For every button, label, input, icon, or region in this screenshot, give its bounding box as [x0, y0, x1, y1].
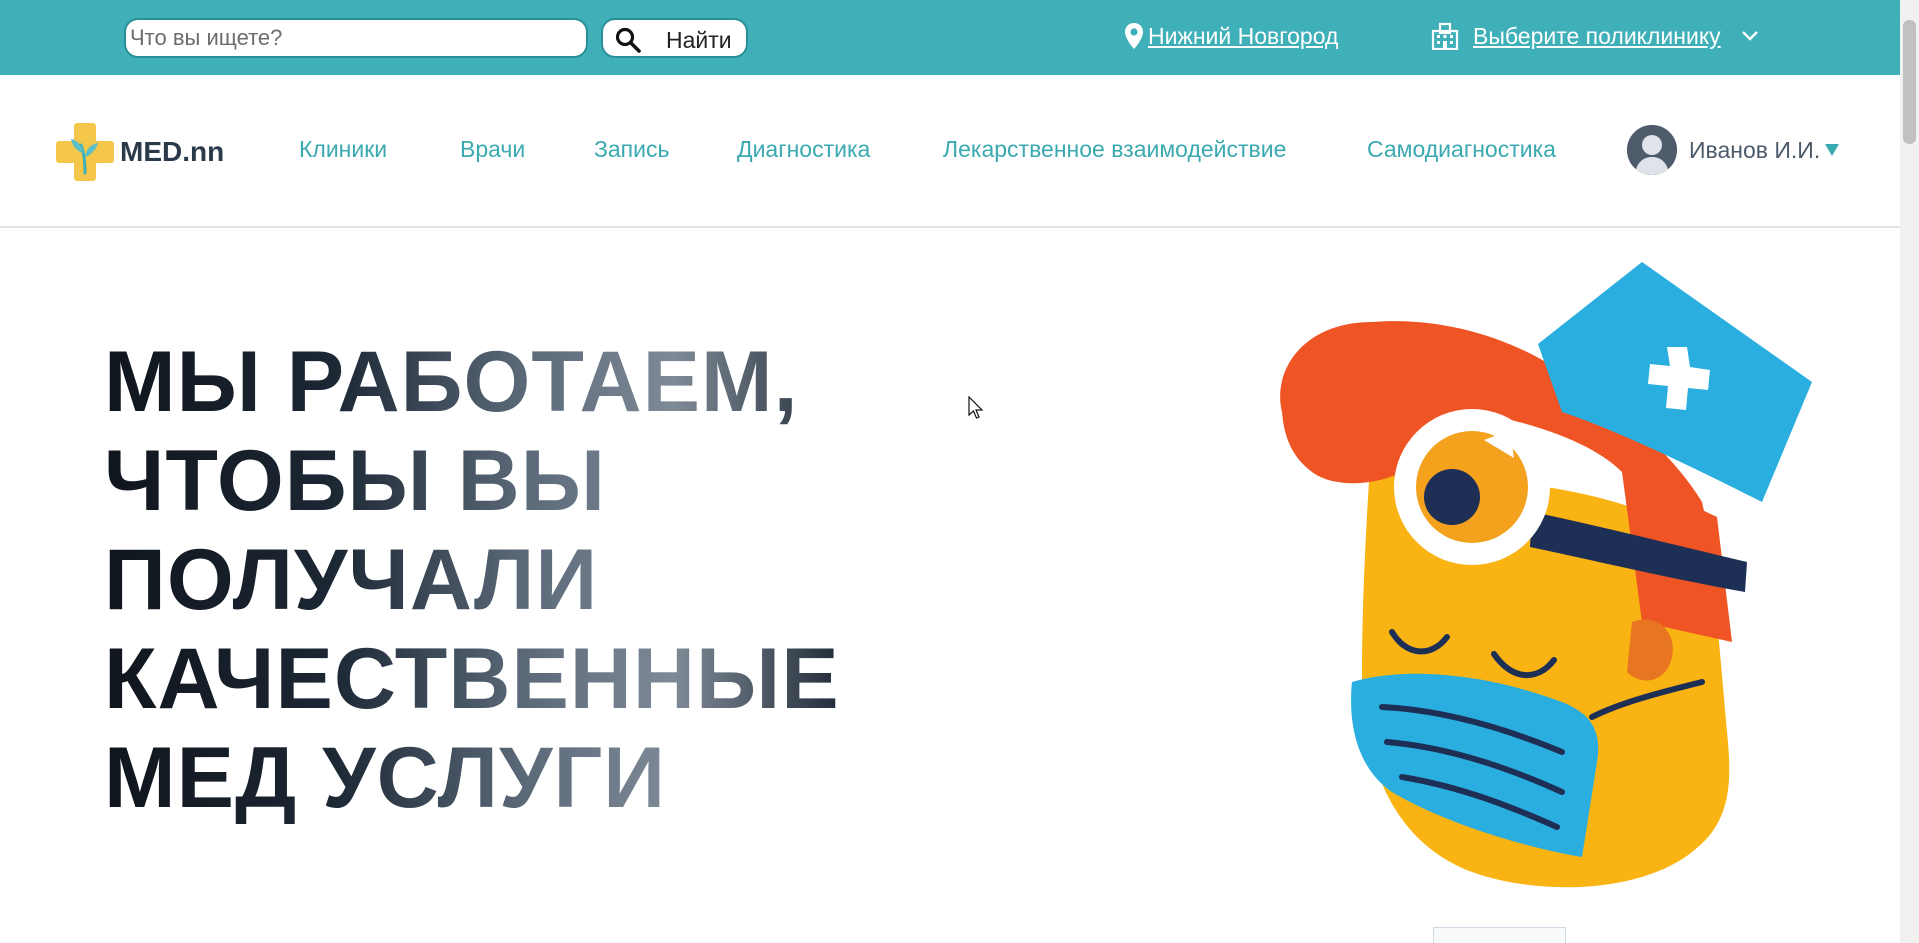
nav-doctors[interactable]: Врачи: [460, 136, 525, 163]
hero-line: ЧТОБЫ ВЫ: [104, 432, 864, 531]
search-button-label: Найти: [666, 27, 732, 53]
nav-diagnostics[interactable]: Диагностика: [737, 136, 870, 163]
nav-drug-interaction[interactable]: Лекарственное взаимодействие: [943, 136, 1286, 163]
hero-line: ПОЛУЧАЛИ: [104, 531, 864, 630]
main-header: MED.nn Клиники Врачи Запись Диагностика …: [0, 75, 1900, 228]
nav-clinics[interactable]: Клиники: [299, 136, 387, 163]
search-button[interactable]: Найти: [601, 18, 748, 58]
scrollbar-thumb[interactable]: [1903, 20, 1916, 144]
nav-appointment[interactable]: Запись: [594, 136, 669, 163]
hero-line: МЕД УСЛУГИ: [104, 729, 864, 828]
caret-down-icon: [1825, 144, 1840, 156]
user-menu[interactable]: Иванов И.И.: [1627, 125, 1840, 175]
clinic-selector[interactable]: Выберите поликлинику: [1431, 22, 1759, 50]
top-bar: Найти Нижний Новгород Выберите поликлини…: [0, 0, 1900, 75]
search-input[interactable]: [124, 18, 588, 58]
site-logo[interactable]: MED.nn: [54, 121, 224, 183]
hero-line: КАЧЕСТВЕННЫЕ: [104, 630, 864, 729]
logo-cross-icon: [56, 123, 114, 181]
location-pin-icon: [1125, 23, 1143, 49]
logo-text: MED.nn: [120, 136, 225, 167]
clinic-select-label: Выберите поликлинику: [1473, 22, 1721, 49]
city-selector[interactable]: Нижний Новгород: [1124, 22, 1338, 50]
search-icon: [615, 27, 641, 53]
city-label: Нижний Новгород: [1148, 22, 1339, 49]
avatar: [1627, 125, 1677, 175]
nav-self-diagnostics[interactable]: Самодиагностика: [1367, 136, 1556, 163]
mouse-cursor-icon: [968, 396, 984, 419]
clinic-building-icon: [1431, 22, 1459, 50]
chevron-down-icon: [1741, 31, 1758, 41]
hero-heading: МЫ РАБОТАЕМ, ЧТОБЫ ВЫ ПОЛУЧАЛИ КАЧЕСТВЕН…: [104, 333, 864, 828]
avatar-icon: [1627, 125, 1677, 175]
user-name: Иванов И.И.: [1689, 136, 1821, 163]
hero-line: МЫ РАБОТАЕМ,: [104, 333, 864, 432]
bottom-widget-tab[interactable]: [1433, 927, 1566, 943]
doctor-mascot-illustration: [1280, 262, 1812, 888]
